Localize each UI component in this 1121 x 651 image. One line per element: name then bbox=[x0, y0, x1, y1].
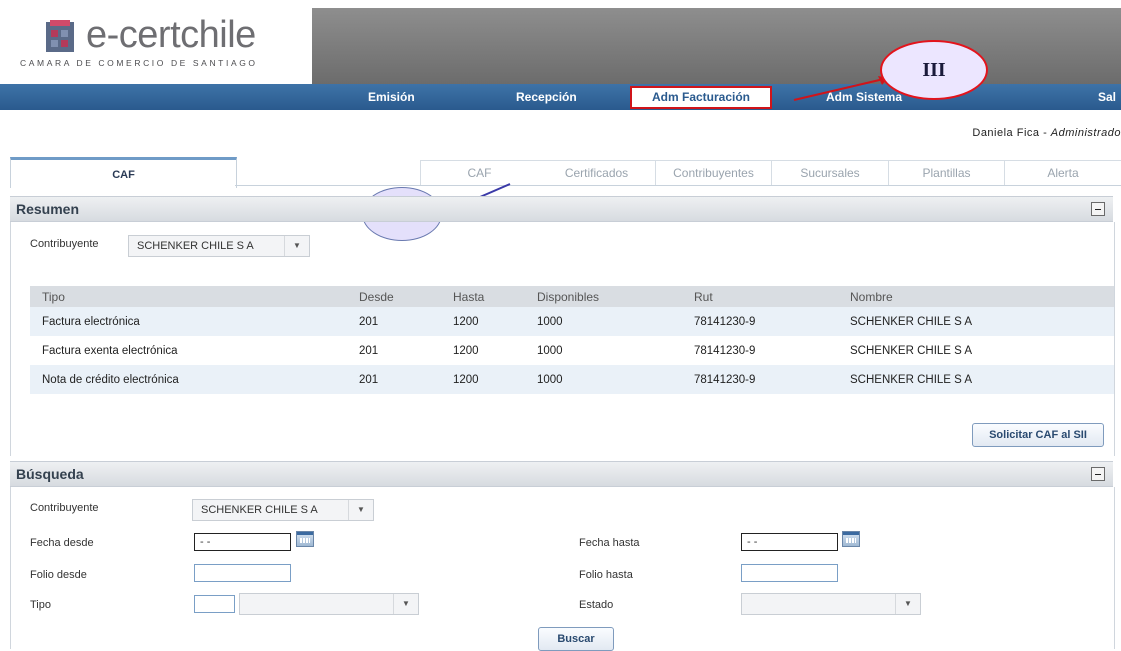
col-header-rut[interactable]: Rut bbox=[682, 286, 838, 307]
cell-tipo: Factura exenta electrónica bbox=[30, 336, 347, 365]
nav-emision[interactable]: Emisión bbox=[368, 84, 415, 110]
table-row[interactable]: Factura electrónica 201 1200 1000 781412… bbox=[30, 307, 1114, 336]
tipo-code-input[interactable] bbox=[194, 595, 235, 613]
fecha-hasta-label: Fecha hasta bbox=[579, 537, 640, 549]
logo-text: e-certchile bbox=[86, 14, 256, 56]
calendar-icon[interactable] bbox=[842, 531, 860, 547]
resumen-title: Resumen bbox=[16, 201, 80, 217]
col-header-hasta[interactable]: Hasta bbox=[441, 286, 525, 307]
cell-desde: 201 bbox=[347, 336, 441, 365]
subtab-plantillas[interactable]: Plantillas bbox=[889, 160, 1005, 185]
logo-icon bbox=[46, 20, 74, 52]
folio-hasta-input[interactable] bbox=[741, 564, 838, 582]
cell-rut: 78141230-9 bbox=[682, 307, 838, 336]
estado-select[interactable]: ▼ bbox=[741, 593, 921, 615]
cell-disponibles: 1000 bbox=[525, 336, 682, 365]
cell-rut: 78141230-9 bbox=[682, 365, 838, 394]
folio-desde-input[interactable] bbox=[194, 564, 291, 582]
resumen-header: Resumen bbox=[10, 196, 1113, 222]
resumen-contribuyente-select[interactable]: SCHENKER CHILE S A ▼ bbox=[128, 235, 310, 257]
cell-disponibles: 1000 bbox=[525, 365, 682, 394]
cell-nombre: SCHENKER CHILE S A bbox=[838, 336, 1114, 365]
resumen-contribuyente-label: Contribuyente bbox=[30, 238, 99, 250]
col-header-tipo[interactable]: Tipo bbox=[30, 286, 347, 307]
subtab-alerta[interactable]: Alerta bbox=[1005, 160, 1121, 185]
nav-recepcion[interactable]: Recepción bbox=[516, 84, 577, 110]
logo-area: e-certchile CAMARA DE COMERCIO DE SANTIA… bbox=[0, 0, 312, 84]
cell-hasta: 1200 bbox=[441, 365, 525, 394]
caf-table: Tipo Desde Hasta Disponibles Rut Nombre … bbox=[30, 286, 1114, 394]
chevron-down-icon: ▼ bbox=[348, 500, 373, 520]
folio-desde-label: Folio desde bbox=[30, 569, 87, 581]
cell-desde: 201 bbox=[347, 307, 441, 336]
cell-tipo: Nota de crédito electrónica bbox=[30, 365, 347, 394]
col-header-desde[interactable]: Desde bbox=[347, 286, 441, 307]
tipo-label: Tipo bbox=[30, 599, 51, 611]
logo-subtitle: CAMARA DE COMERCIO DE SANTIAGO bbox=[20, 58, 258, 68]
user-info: Daniela Fica - Administrado bbox=[972, 127, 1121, 139]
tab-baseline bbox=[235, 185, 1121, 186]
chevron-down-icon: ▼ bbox=[284, 236, 309, 256]
header-banner bbox=[312, 8, 1121, 84]
fecha-desde-input[interactable]: - - bbox=[194, 533, 291, 551]
tab-caf-main[interactable]: CAF bbox=[10, 157, 237, 188]
col-header-nombre[interactable]: Nombre bbox=[838, 286, 1114, 307]
table-header-row: Tipo Desde Hasta Disponibles Rut Nombre bbox=[30, 286, 1114, 307]
user-role: Administrado bbox=[1050, 127, 1121, 139]
busqueda-title: Búsqueda bbox=[16, 466, 84, 482]
cell-hasta: 1200 bbox=[441, 336, 525, 365]
busqueda-contribuyente-label: Contribuyente bbox=[30, 502, 99, 514]
calendar-icon[interactable] bbox=[296, 531, 314, 547]
table-row[interactable]: Nota de crédito electrónica 201 1200 100… bbox=[30, 365, 1114, 394]
cell-nombre: SCHENKER CHILE S A bbox=[838, 307, 1114, 336]
subtab-certificados[interactable]: Certificados bbox=[538, 160, 656, 185]
cell-hasta: 1200 bbox=[441, 307, 525, 336]
busqueda-contribuyente-select[interactable]: SCHENKER CHILE S A ▼ bbox=[192, 499, 374, 521]
chevron-down-icon: ▼ bbox=[895, 594, 920, 614]
annotation-callout-iii: III bbox=[880, 40, 988, 100]
fecha-hasta-input[interactable]: - - bbox=[741, 533, 838, 551]
resumen-collapse-icon[interactable] bbox=[1091, 202, 1105, 216]
subtab-contribuyentes[interactable]: Contribuyentes bbox=[656, 160, 772, 185]
subtab-sucursales[interactable]: Sucursales bbox=[772, 160, 889, 185]
busqueda-header: Búsqueda bbox=[10, 461, 1113, 487]
busqueda-body bbox=[10, 487, 1115, 649]
cell-nombre: SCHENKER CHILE S A bbox=[838, 365, 1114, 394]
busqueda-collapse-icon[interactable] bbox=[1091, 467, 1105, 481]
chevron-down-icon: ▼ bbox=[393, 594, 418, 614]
cell-desde: 201 bbox=[347, 365, 441, 394]
cell-disponibles: 1000 bbox=[525, 307, 682, 336]
cell-tipo: Factura electrónica bbox=[30, 307, 347, 336]
nav-adm-facturacion[interactable]: Adm Facturación bbox=[630, 86, 773, 109]
busqueda-contribuyente-value: SCHENKER CHILE S A bbox=[201, 504, 318, 516]
folio-hasta-label: Folio hasta bbox=[579, 569, 633, 581]
resumen-contribuyente-value: SCHENKER CHILE S A bbox=[137, 240, 254, 252]
estado-label: Estado bbox=[579, 599, 614, 611]
fecha-desde-label: Fecha desde bbox=[30, 537, 94, 549]
table-row[interactable]: Factura exenta electrónica 201 1200 1000… bbox=[30, 336, 1114, 365]
user-name: Daniela Fica bbox=[972, 127, 1040, 139]
solicitar-caf-button[interactable]: Solicitar CAF al SII bbox=[972, 423, 1104, 447]
col-header-disponibles[interactable]: Disponibles bbox=[525, 286, 682, 307]
nav-salir[interactable]: Sal bbox=[1098, 84, 1116, 110]
cell-rut: 78141230-9 bbox=[682, 336, 838, 365]
buscar-button[interactable]: Buscar bbox=[538, 627, 614, 651]
tipo-select[interactable]: ▼ bbox=[239, 593, 419, 615]
